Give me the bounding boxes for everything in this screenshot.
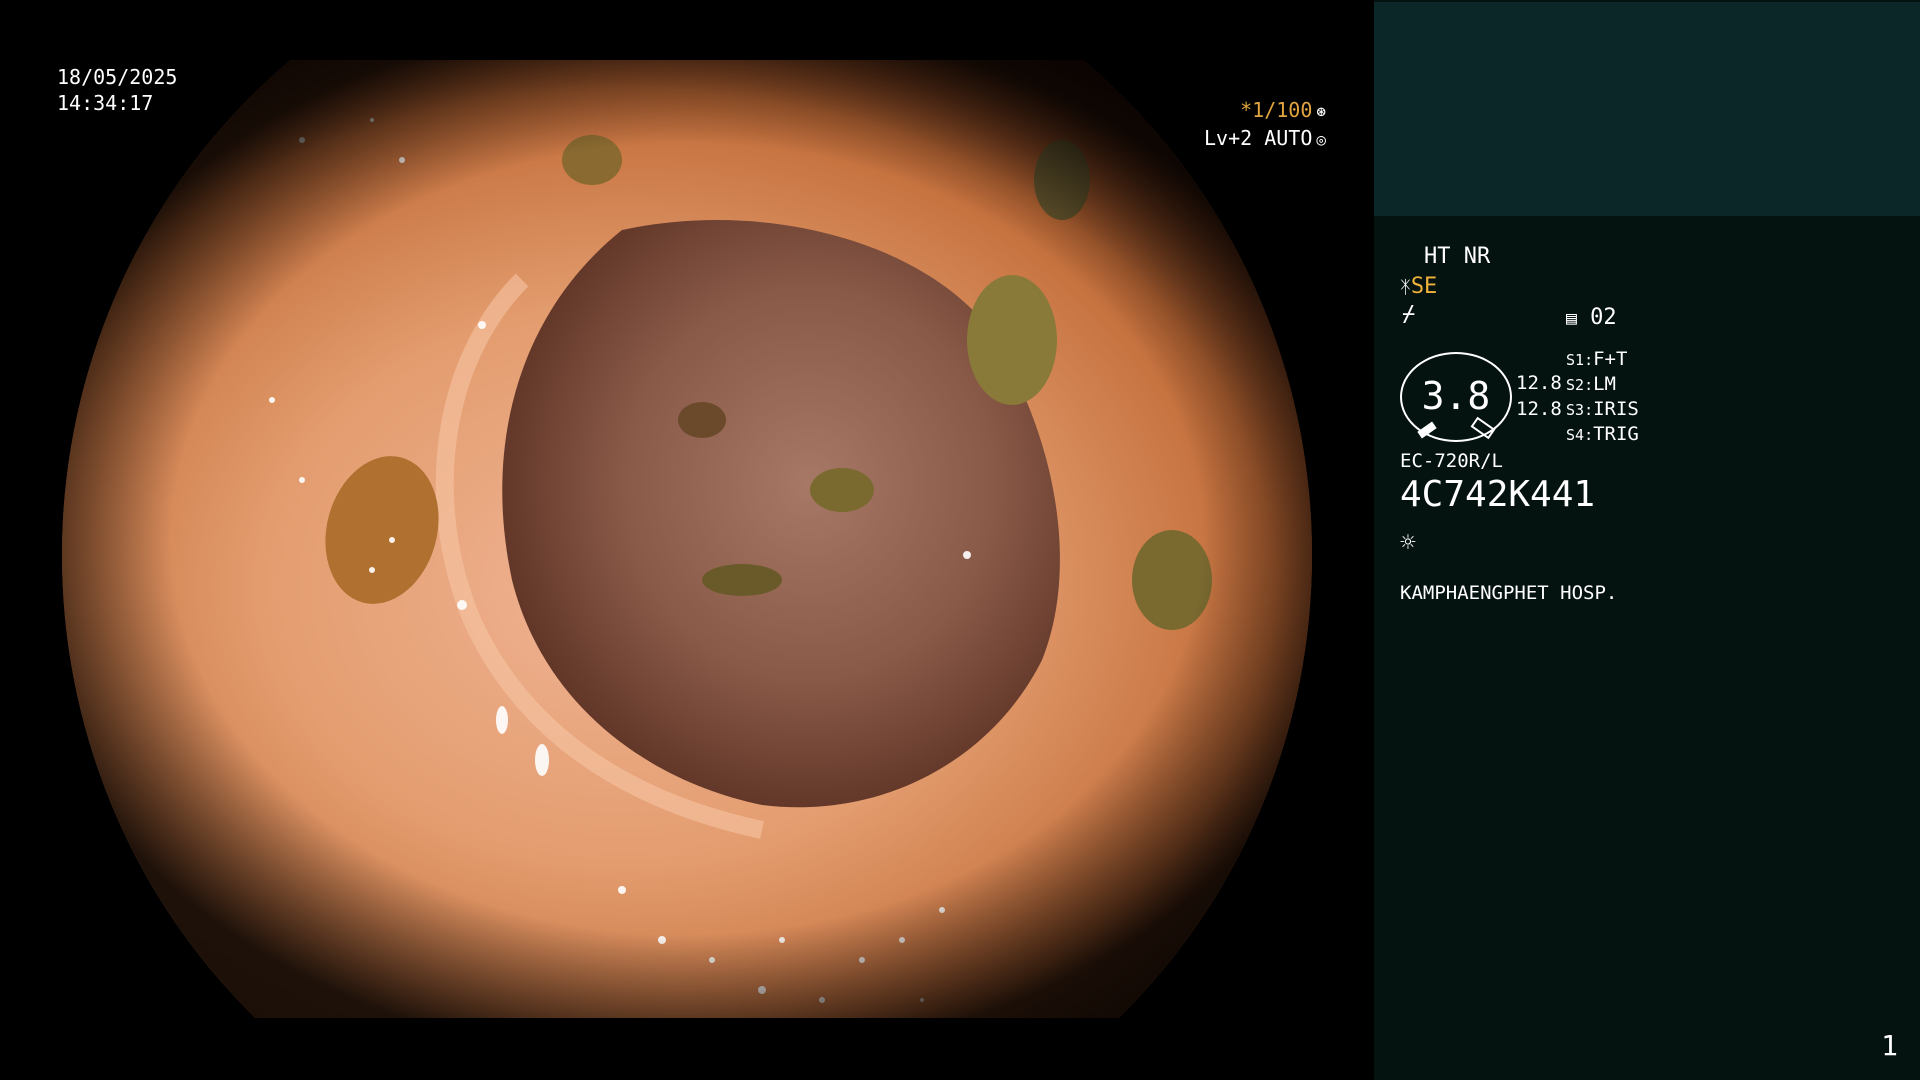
hospital-name: KAMPHAENGPHET HOSP. <box>1400 582 1618 604</box>
gauge-value: 3.8 <box>1421 374 1491 418</box>
switch-item: S4:TRIG <box>1566 423 1639 445</box>
mode-label: HT NR <box>1424 244 1491 269</box>
memo-icon: ▤ <box>1566 308 1577 329</box>
readout-bottom: 12.8 <box>1516 398 1562 420</box>
auto-iris-icon: ◎ <box>1316 130 1326 149</box>
enhance-label: SE <box>1410 274 1438 299</box>
shutter-speed: *1/100 ⊛ <box>1240 98 1326 122</box>
edge-enhance-icon: ᛡ <box>1400 277 1411 298</box>
date-label: 18/05/2025 <box>57 65 178 89</box>
switch-item: S2:LM <box>1566 373 1616 395</box>
memo-value: 02 <box>1590 305 1617 330</box>
scope-serial: 4C742K441 <box>1400 474 1596 515</box>
aperture-icon: ⊛ <box>1316 102 1326 121</box>
page-number: 1 <box>1881 1029 1898 1062</box>
endoscope-viewport: 18/05/2025 14:34:17 *1/100 ⊛ Lv+2 AUTO ◎ <box>0 0 1374 1080</box>
scope-model: EC-720R/L <box>1400 450 1503 472</box>
brightness-level: Lv+2 AUTO ◎ <box>1204 126 1326 150</box>
level-label: Lv+2 AUTO <box>1203 126 1313 150</box>
switch-item: S1:F+T <box>1566 348 1628 370</box>
readout-top: 12.8 <box>1516 372 1562 394</box>
memo-row: ▤ 02 <box>1566 305 1617 330</box>
shutter-label: *1/100 <box>1240 98 1313 122</box>
enhance-row: ᛡSE <box>1400 274 1437 299</box>
zoom-gauge: 3.8 <box>1400 352 1512 442</box>
filter-icon: ⌿ <box>1402 302 1416 327</box>
gauge-left-mark <box>1417 421 1437 439</box>
info-panel: HT NR ᛡSE ⌿ ▤ 02 3.8 12.8 12.8 S1:F+T S2… <box>1374 0 1920 1080</box>
patient-info-area <box>1374 2 1920 216</box>
sun-icon: ☼ <box>1400 528 1416 558</box>
gauge-right-mark <box>1470 416 1496 440</box>
endoscopic-image <box>62 60 1312 1018</box>
time-label: 14:34:17 <box>57 91 154 115</box>
timestamp: 18/05/2025 14:34:17 <box>57 64 177 116</box>
switch-item: S3:IRIS <box>1566 398 1639 420</box>
